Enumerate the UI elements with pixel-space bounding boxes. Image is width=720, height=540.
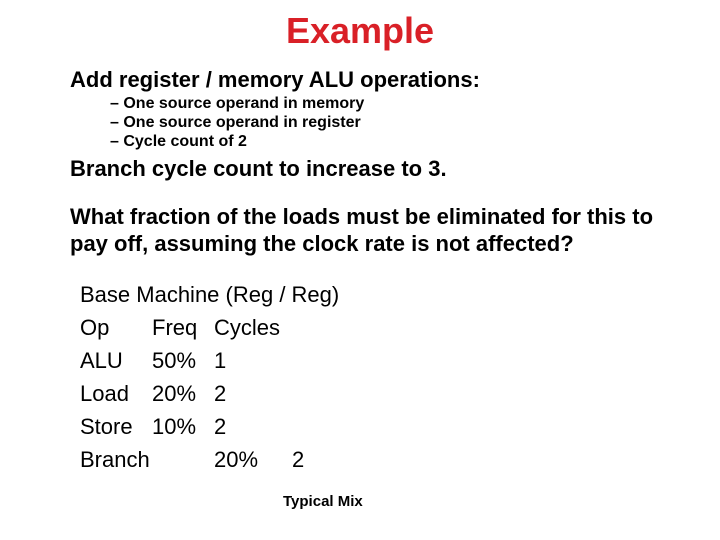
- cell-op: Branch: [80, 443, 214, 476]
- cell-freq: 10%: [152, 410, 214, 443]
- cell-cycles: 2: [292, 443, 304, 476]
- cell-cycles: 2: [214, 410, 226, 443]
- slide-title: Example: [0, 10, 720, 52]
- footer-typical-mix: Typical Mix: [283, 493, 363, 510]
- slide-body: Add register / memory ALU operations: – …: [70, 66, 660, 476]
- table-caption: Base Machine (Reg / Reg): [80, 278, 660, 311]
- bullet-operand-register: – One source operand in register: [110, 113, 660, 132]
- cell-cycles: 1: [214, 344, 226, 377]
- table-header-row: OpFreqCycles: [80, 311, 660, 344]
- col-cycles-header: Cycles: [214, 311, 280, 344]
- slide: Example Add register / memory ALU operat…: [0, 0, 720, 540]
- cell-freq: 20%: [152, 377, 214, 410]
- table-row: Store10%2: [80, 410, 660, 443]
- col-freq-header: Freq: [152, 311, 214, 344]
- table-row: ALU50%1: [80, 344, 660, 377]
- bullet-cycle-count: – Cycle count of 2: [110, 132, 660, 151]
- cell-op: ALU: [80, 344, 152, 377]
- table-row: Branch20%2: [80, 443, 660, 476]
- base-machine-table: Base Machine (Reg / Reg) OpFreqCycles AL…: [80, 278, 660, 476]
- heading-add-ops: Add register / memory ALU operations:: [70, 66, 660, 94]
- cell-freq: 20%: [214, 443, 292, 476]
- question-text: What fraction of the loads must be elimi…: [70, 203, 660, 258]
- heading-branch-cycle: Branch cycle count to increase to 3.: [70, 155, 660, 183]
- bullet-operand-memory: – One source operand in memory: [110, 94, 660, 113]
- cell-op: Load: [80, 377, 152, 410]
- cell-op: Store: [80, 410, 152, 443]
- table-row: Load20%2: [80, 377, 660, 410]
- cell-cycles: 2: [214, 377, 226, 410]
- cell-freq: 50%: [152, 344, 214, 377]
- col-op-header: Op: [80, 311, 152, 344]
